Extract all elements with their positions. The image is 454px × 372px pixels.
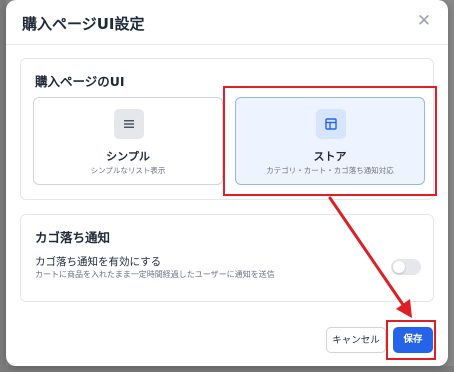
settings-dialog: 購入ページUI設定 ✕ 購入ページのUI シンプル シンプルなリスト表示 ストア…	[6, 0, 448, 366]
cart-abandon-toggle-label: カゴ落ち通知を有効にする	[35, 256, 162, 268]
cart-abandon-toggle-description: カートに商品を入れたまま一定時間経過したユーザーに通知を送信	[35, 270, 275, 279]
close-button[interactable]: ✕	[414, 11, 434, 31]
cart-abandon-heading: カゴ落ち通知	[35, 230, 111, 245]
header-divider	[6, 44, 448, 45]
ui-section-heading: 購入ページのUI	[35, 74, 125, 89]
cart-abandon-section: カゴ落ち通知 カゴ落ち通知を有効にする カートに商品を入れたまま一定時間経過した…	[20, 214, 434, 302]
cancel-button[interactable]: キャンセル	[326, 327, 386, 353]
ui-section: 購入ページのUI シンプル シンプルなリスト表示 ストア カテゴリ・カート・カゴ…	[20, 58, 434, 200]
toggle-knob	[393, 261, 405, 273]
option-simple-card[interactable]: シンプル シンプルなリスト表示	[33, 97, 223, 185]
store-layout-icon	[316, 109, 346, 139]
option-store-subtitle: カテゴリ・カート・カゴ落ち通知対応	[266, 166, 394, 175]
option-simple-title: シンプル	[106, 150, 150, 163]
backdrop-bottom	[0, 366, 454, 372]
save-button[interactable]: 保存	[393, 327, 433, 353]
close-icon: ✕	[416, 11, 432, 31]
dialog-title: 購入ページUI設定	[22, 15, 145, 33]
option-store-card[interactable]: ストア カテゴリ・カート・カゴ落ち通知対応	[235, 97, 425, 185]
cart-abandon-toggle[interactable]	[391, 259, 421, 275]
option-store-title: ストア	[313, 150, 347, 163]
option-simple-subtitle: シンプルなリスト表示	[90, 166, 166, 175]
list-icon	[114, 109, 144, 139]
